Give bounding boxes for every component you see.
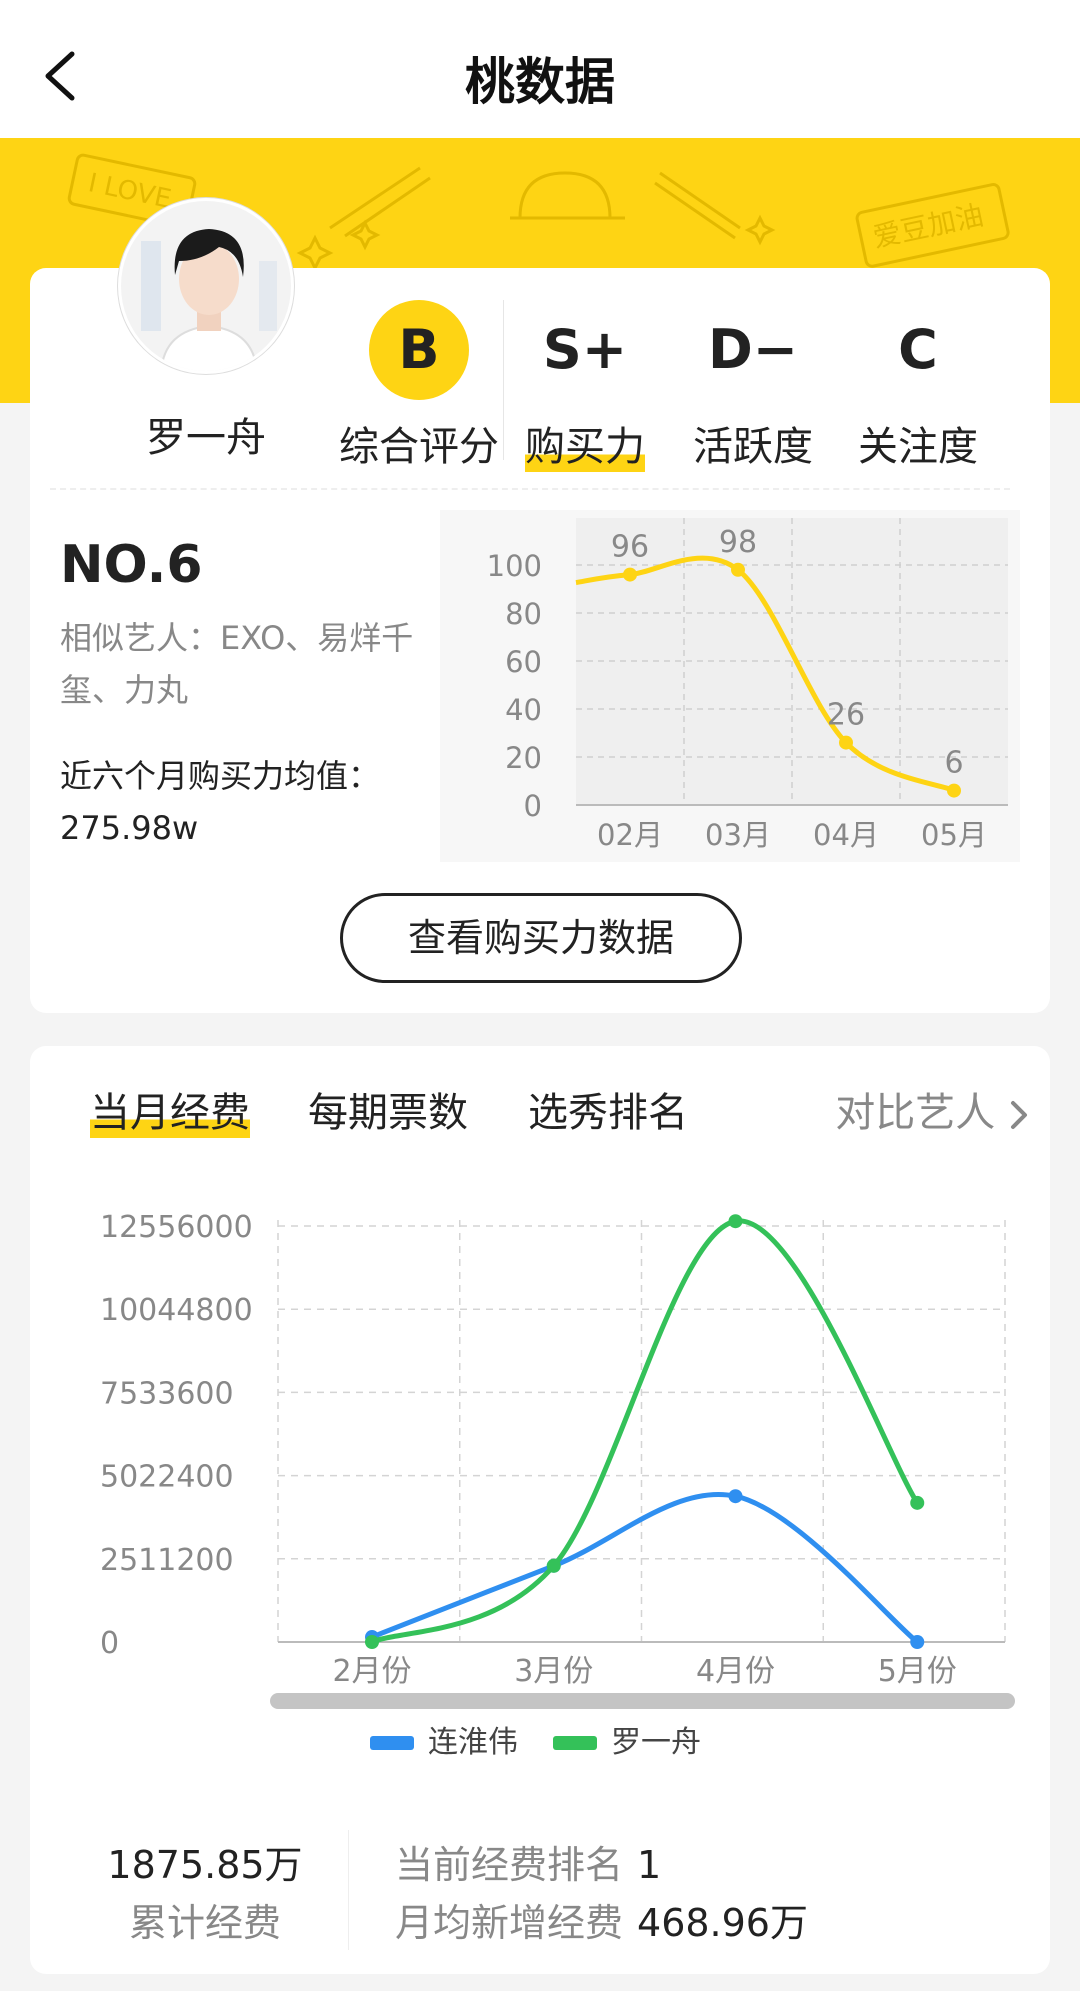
y-tick-label: 2511200 bbox=[100, 1543, 234, 1578]
purchase-power-chart: 100 80 60 40 20 0 02月 03月 04月 05月 96 98 26 6 bbox=[440, 510, 1020, 862]
grade-activity-label: 活跃度 bbox=[693, 424, 813, 470]
purchase-average-value: 275.98w bbox=[60, 809, 199, 847]
data-point bbox=[728, 1214, 743, 1229]
compare-artists-label: 对比艺人 bbox=[835, 1090, 996, 1136]
grade-attention-letter: C bbox=[898, 318, 938, 381]
x-tick-label: 02月 bbox=[597, 818, 663, 852]
tab-votes-per-period[interactable]: 每期票数 bbox=[308, 1080, 468, 1138]
y-tick-label: 0 bbox=[100, 1626, 119, 1661]
data-label: 6 bbox=[944, 746, 963, 781]
view-purchase-data-button[interactable]: 查看购买力数据 bbox=[340, 893, 742, 983]
legend-label: 连淮伟 bbox=[428, 1725, 518, 1760]
data-point bbox=[731, 562, 745, 577]
grade-activity[interactable]: D− 活跃度 bbox=[668, 300, 838, 472]
x-tick-label: 5月份 bbox=[878, 1654, 957, 1689]
avatar[interactable] bbox=[118, 198, 294, 374]
compare-artists-link[interactable]: 对比艺人 bbox=[835, 1080, 1030, 1138]
grade-overall-letter: B bbox=[398, 318, 440, 381]
x-tick-label: 3月份 bbox=[514, 1654, 593, 1689]
monthly-new-label: 月均新增经费 bbox=[395, 1901, 624, 1945]
tab-monthly-funding[interactable]: 当月经费 bbox=[90, 1080, 250, 1138]
data-point bbox=[365, 1635, 379, 1649]
funding-rank-label: 当前经费排名 bbox=[395, 1843, 624, 1887]
tab-draft-ranking[interactable]: 选秀排名 bbox=[528, 1080, 688, 1138]
grade-purchase-letter: S+ bbox=[542, 318, 628, 381]
artist-name: 罗一舟 bbox=[146, 415, 266, 461]
data-point bbox=[623, 567, 637, 582]
grade-activity-letter: D− bbox=[707, 318, 799, 381]
legend-swatch bbox=[370, 1736, 414, 1750]
funding-rank-value: 1 bbox=[637, 1843, 662, 1887]
data-point bbox=[839, 735, 853, 750]
y-tick-label: 20 bbox=[505, 741, 542, 775]
grade-attention[interactable]: C 关注度 bbox=[833, 300, 1003, 472]
summary-divider bbox=[348, 1830, 349, 1950]
data-label: 96 bbox=[611, 530, 649, 565]
purchase-rank: NO.6 bbox=[60, 535, 203, 595]
data-label: 26 bbox=[827, 698, 865, 733]
y-tick-label: 12556000 bbox=[100, 1210, 253, 1245]
series-line bbox=[371, 1218, 920, 1645]
x-tick-label: 04月 bbox=[813, 818, 879, 852]
grade-overall-label: 综合评分 bbox=[339, 424, 499, 470]
y-tick-label: 60 bbox=[505, 645, 542, 679]
grade-attention-label: 关注度 bbox=[858, 424, 978, 470]
purchase-average: 近六个月购买力均值： 275.98w bbox=[60, 750, 450, 854]
legend-label: 罗一舟 bbox=[611, 1725, 701, 1760]
y-tick-label: 0 bbox=[524, 789, 542, 823]
y-tick-label: 7533600 bbox=[100, 1376, 234, 1411]
data-label: 98 bbox=[719, 525, 757, 560]
y-tick-label: 40 bbox=[505, 693, 542, 727]
data-point bbox=[728, 1489, 743, 1504]
x-tick-label: 05月 bbox=[921, 818, 987, 852]
section-divider bbox=[50, 488, 1010, 490]
y-tick-label: 80 bbox=[505, 597, 542, 631]
chevron-right-icon bbox=[1011, 1101, 1027, 1129]
grade-purchase[interactable]: S+ 购买力 bbox=[500, 300, 670, 472]
data-point bbox=[910, 1635, 925, 1649]
nav-bar: 桃数据 bbox=[0, 0, 1080, 138]
y-tick-label: 100 bbox=[487, 549, 542, 583]
y-tick-label: 5022400 bbox=[100, 1460, 234, 1495]
grade-purchase-label: 购买力 bbox=[525, 414, 645, 472]
x-tick-label: 4月份 bbox=[696, 1654, 775, 1689]
purchase-average-label: 近六个月购买力均值： bbox=[60, 757, 381, 795]
monthly-new-row: 月均新增经费 468.96万 bbox=[395, 1892, 808, 1947]
grade-overall[interactable]: B 综合评分 bbox=[334, 300, 504, 472]
x-tick-label: 03月 bbox=[705, 818, 771, 852]
chart-scrollbar bbox=[270, 1693, 1015, 1709]
similar-artists: 相似艺人：EXO、易烊千玺、力丸 bbox=[60, 619, 414, 709]
funding-rank-row: 当前经费排名 1 bbox=[395, 1834, 661, 1889]
total-funding-value: 1875.85万 bbox=[107, 1843, 303, 1887]
artist-portrait-icon bbox=[121, 201, 291, 371]
monthly-funding-chart: 12556000 10044800 7533600 5022400 2511200 0 2月… bbox=[100, 1210, 1015, 1760]
total-funding-label: 累计经费 bbox=[128, 1901, 281, 1945]
series-line bbox=[371, 1492, 919, 1644]
legend-swatch bbox=[553, 1736, 597, 1750]
x-tick-label: 2月份 bbox=[332, 1654, 411, 1689]
data-point bbox=[947, 783, 961, 798]
y-tick-label: 10044800 bbox=[100, 1293, 253, 1328]
page-title: 桃数据 bbox=[465, 53, 615, 111]
data-point bbox=[910, 1495, 925, 1510]
deco-text-love: I LOVE bbox=[86, 168, 174, 215]
monthly-new-value: 468.96万 bbox=[637, 1901, 808, 1945]
data-point bbox=[546, 1558, 561, 1573]
